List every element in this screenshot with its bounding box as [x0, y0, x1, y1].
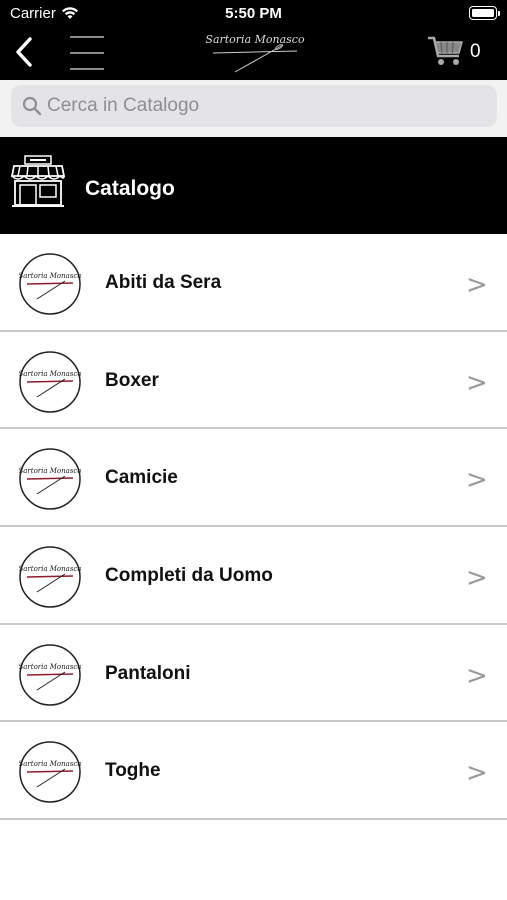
list-item[interactable]: Sartoria Monasco Pantaloni >	[0, 624, 507, 723]
list-item-label: Completi da Uomo	[105, 565, 273, 587]
store-icon	[10, 155, 66, 207]
category-thumbnail: Sartoria Monasco	[19, 546, 81, 608]
hamburger-icon-line	[70, 68, 104, 70]
chevron-right-icon: >	[466, 563, 488, 594]
chevron-right-icon: >	[466, 660, 488, 691]
list-item[interactable]: Sartoria Monasco Camicie >	[0, 429, 507, 528]
chevron-right-icon: >	[466, 758, 488, 789]
top-bar: Carrier 5:50 PM Sartoria Monasco 0	[0, 0, 507, 80]
category-thumbnail: Sartoria Monasco	[19, 644, 81, 706]
category-thumbnail: Sartoria Monasco	[19, 741, 81, 804]
hamburger-icon-line	[70, 52, 104, 54]
chevron-right-icon: >	[466, 367, 488, 398]
svg-text:Sartoria Monasco: Sartoria Monasco	[19, 272, 81, 280]
menu-button[interactable]	[70, 34, 104, 72]
search-icon	[22, 96, 42, 116]
svg-text:Sartoria Monasco: Sartoria Monasco	[19, 565, 81, 573]
search-bar-container	[0, 80, 507, 137]
category-thumbnail: Sartoria Monasco	[19, 253, 81, 315]
search-input[interactable]	[47, 85, 487, 127]
svg-text:Sartoria Monasco: Sartoria Monasco	[19, 467, 81, 475]
category-thumbnail: Sartoria Monasco	[19, 350, 81, 413]
status-time: 5:50 PM	[225, 5, 282, 22]
back-button[interactable]	[10, 34, 40, 70]
battery-icon	[469, 6, 500, 20]
svg-text:Sartoria Monasco: Sartoria Monasco	[19, 370, 81, 378]
logo-text: Sartoria Monasco	[205, 33, 305, 46]
catalog-header: Catalogo	[0, 137, 507, 234]
cart-button[interactable]	[426, 34, 466, 68]
cart-count-badge: 0	[470, 41, 481, 62]
chevron-right-icon: >	[466, 465, 488, 496]
list-item[interactable]: Sartoria Monasco Completi da Uomo >	[0, 527, 507, 625]
status-bar: Carrier 5:50 PM	[0, 0, 507, 26]
list-item-label: Abiti da Sera	[105, 272, 222, 293]
list-item-label: Boxer	[105, 369, 159, 391]
category-list: Sartoria Monasco Abiti da Sera > Sartori…	[0, 234, 507, 821]
list-item[interactable]: Sartoria Monasco Abiti da Sera >	[0, 234, 507, 332]
search-box[interactable]	[11, 85, 497, 127]
hamburger-icon-line	[70, 36, 104, 38]
list-item[interactable]: Sartoria Monasco Toghe >	[0, 722, 507, 821]
list-item[interactable]: Sartoria Monasco Boxer >	[0, 331, 507, 430]
svg-text:Sartoria Monasco: Sartoria Monasco	[19, 760, 81, 768]
svg-text:Sartoria Monasco: Sartoria Monasco	[19, 663, 81, 671]
chevron-left-icon	[16, 37, 32, 67]
shopping-cart-icon	[428, 36, 463, 65]
brand-logo: Sartoria Monasco	[205, 33, 305, 73]
list-item-label: Camicie	[105, 467, 178, 489]
list-item-label: Toghe	[105, 760, 161, 782]
page-title: Catalogo	[85, 177, 175, 200]
nav-bar: Sartoria Monasco 0	[0, 26, 507, 80]
chevron-right-icon: >	[466, 270, 488, 300]
category-thumbnail: Sartoria Monasco	[19, 448, 81, 511]
list-item-label: Pantaloni	[105, 662, 191, 684]
